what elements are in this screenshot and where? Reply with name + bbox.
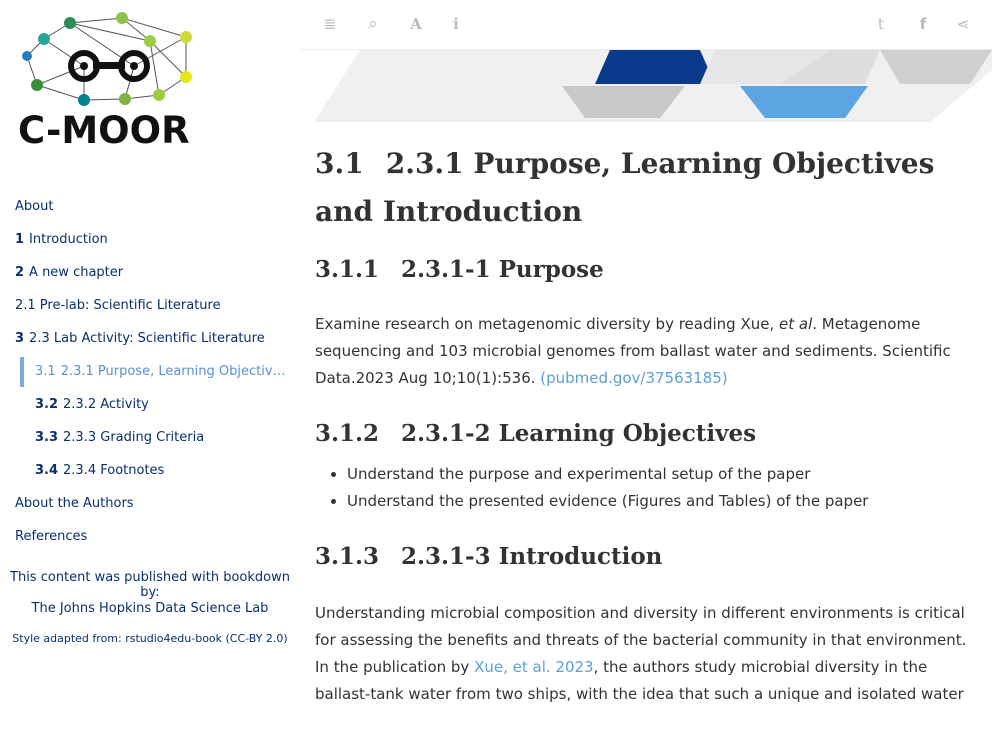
- page-title: 3.1 2.3.1 Purpose, Learning Objectives an…: [315, 140, 985, 236]
- toc-item-introduction[interactable]: 1 Introduction: [0, 223, 300, 256]
- section-title: 2.3.1-3 Introduction: [401, 543, 663, 570]
- toc-label: 2.3.4 Footnotes: [63, 463, 165, 478]
- paragraph-text: Examine research on metagenomic diversit…: [315, 315, 780, 333]
- section-title: 2.3.1-1 Purpose: [401, 256, 604, 283]
- toc-label: 2.3 Lab Activity: Scientific Literature: [29, 331, 265, 346]
- toc-number: 3.2: [35, 397, 59, 412]
- section-number: 3.1: [315, 147, 364, 180]
- logo-text: C-MOOR: [18, 109, 190, 150]
- toc-label: 2.3.1 Purpose, Learning Objectives ...: [60, 364, 289, 379]
- toc-label: Introduction: [29, 232, 108, 247]
- toc-number: 2: [15, 265, 25, 280]
- purpose-paragraph: Examine research on metagenomic diversit…: [315, 311, 985, 392]
- toc-number: 3.4: [35, 463, 59, 478]
- paragraph-emphasis: et al: [779, 315, 813, 333]
- introduction-paragraph: Understanding microbial composition and …: [315, 600, 985, 708]
- section-objectives-heading: 3.1.2 2.3.1-2 Learning Objectives: [315, 420, 985, 447]
- toc-item-about[interactable]: About: [0, 190, 300, 223]
- info-icon[interactable]: i: [446, 14, 466, 34]
- toc-label: 2.3.3 Grading Criteria: [63, 430, 205, 445]
- toc-number: 1: [15, 232, 25, 247]
- credit-jhu-link[interactable]: The Johns Hopkins Data Science Lab: [0, 601, 300, 616]
- main-content: 3.1 2.3.1 Purpose, Learning Objectives an…: [315, 140, 985, 708]
- credit-style[interactable]: Style adapted from: rstudio4edu-book (CC…: [0, 632, 300, 645]
- toc-label: About: [15, 199, 54, 214]
- toc-label: About the Authors: [15, 496, 134, 511]
- toc-number: 3.3: [35, 430, 59, 445]
- share-icon[interactable]: ⋖: [953, 14, 973, 34]
- page-title-text: 2.3.1 Purpose, Learning Objectives and I…: [315, 147, 935, 228]
- toc-item-purpose[interactable]: 3.1 2.3.1 Purpose, Learning Objectives ..…: [0, 355, 300, 388]
- toc-label: A new chapter: [29, 265, 124, 280]
- toc-item-footnotes[interactable]: 3.4 2.3.4 Footnotes: [0, 454, 300, 487]
- credit-published: This content was published with bookdown…: [10, 570, 290, 600]
- toc-label: References: [15, 529, 88, 544]
- toc-item-grading[interactable]: 3.3 2.3.3 Grading Criteria: [0, 421, 300, 454]
- section-number: 3.1.1: [315, 256, 380, 283]
- toc-number: 3: [15, 331, 25, 346]
- toc-item-references[interactable]: References: [0, 520, 300, 553]
- pubmed-link[interactable]: (pubmed.gov/37563185): [540, 369, 727, 387]
- toc-item-pre-lab[interactable]: 2.1 Pre-lab: Scientific Literature: [0, 289, 300, 322]
- toc-item-new-chapter[interactable]: 2 A new chapter: [0, 256, 300, 289]
- section-purpose-heading: 3.1.1 2.3.1-1 Purpose: [315, 256, 985, 283]
- sidebar: C-MOOR About 1 Introduction 2 A new chapte…: [0, 0, 300, 744]
- toc-item-authors[interactable]: About the Authors: [0, 487, 300, 520]
- table-of-contents: About 1 Introduction 2 A new chapter 2.1 P…: [0, 190, 300, 553]
- toc-number: 3.1: [35, 364, 56, 379]
- objectives-list: Understand the purpose and experimental …: [315, 461, 985, 515]
- font-settings-icon[interactable]: A: [406, 14, 426, 34]
- xue-citation-link[interactable]: Xue, et al. 2023: [474, 658, 594, 676]
- section-number: 3.1.3: [315, 543, 380, 570]
- section-number: 3.1.2: [315, 420, 380, 447]
- twitter-icon[interactable]: t: [871, 14, 891, 34]
- list-item: Understand the presented evidence (Figur…: [347, 488, 985, 515]
- toc-label: 2.3.2 Activity: [63, 397, 149, 412]
- top-toolbar: ≣ ⌕ A i t f ⋖: [300, 0, 992, 50]
- toc-label: 2.1 Pre-lab: Scientific Literature: [15, 298, 221, 313]
- search-icon[interactable]: ⌕: [363, 14, 383, 34]
- c-moor-logo[interactable]: C-MOOR: [15, 10, 210, 150]
- toc-toggle-icon[interactable]: ≣: [320, 14, 340, 34]
- header-banner: [314, 50, 992, 122]
- toc-item-activity[interactable]: 3.2 2.3.2 Activity: [0, 388, 300, 421]
- section-title: 2.3.1-2 Learning Objectives: [401, 420, 757, 447]
- facebook-icon[interactable]: f: [913, 14, 933, 34]
- list-item: Understand the purpose and experimental …: [347, 461, 985, 488]
- toc-item-lab-activity[interactable]: 3 2.3 Lab Activity: Scientific Literature: [0, 322, 300, 355]
- section-introduction-heading: 3.1.3 2.3.1-3 Introduction: [315, 543, 985, 570]
